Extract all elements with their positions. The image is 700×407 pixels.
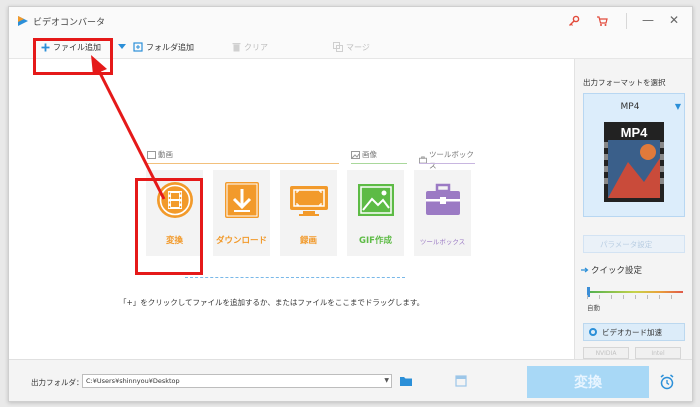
category-video-line [147,163,339,164]
tile-gif[interactable]: GIF作成 [347,170,404,256]
gpu-acceleration-button[interactable]: ビデオカード加速 [583,323,685,341]
folder-icon [133,42,143,52]
highlight-add-file [33,38,113,75]
category-toolbox-line [419,163,475,164]
category-video: 動画 [147,149,173,160]
tile-record-label: 録画 [299,236,317,246]
arrow-right-icon [581,266,589,276]
gif-image-icon [357,184,394,216]
mp4-format-icon: MP4 [604,122,664,202]
category-image-line [351,163,407,164]
close-button[interactable]: ✕ [665,11,683,29]
category-toolbox-label: ツールボックス [428,150,474,170]
quality-slider-track[interactable] [587,291,683,293]
title-divider [626,13,627,29]
svg-text:MP4: MP4 [621,125,649,140]
app-logo [18,16,28,26]
merge-icon [333,42,343,52]
convert-button[interactable]: 変換 [527,366,649,398]
title-bar: ビデオコンバータ — ✕ [9,7,692,35]
app-window: ビデオコンバータ — ✕ ファイル追加 フォルダ追加 クリア マージ 動画 画像… [8,6,693,402]
main-area[interactable]: 動画 画像 ツールボックス 変換 ダウンロード 録画 GIF作成 ツールボックス… [9,38,574,359]
merge-label: マージ [346,42,370,52]
tile-record[interactable]: 録画 [280,170,337,256]
minimize-button[interactable]: — [639,11,657,29]
clear-label: クリア [244,42,268,52]
add-file-dropdown-icon[interactable] [118,40,126,54]
key-icon[interactable] [566,13,582,29]
quick-settings-label: クイック設定 [591,266,643,276]
download-icon [224,182,259,218]
drop-zone-border [185,277,405,278]
add-folder-button[interactable]: フォルダ追加 [133,40,194,54]
quality-slider-ticks [587,295,683,299]
tile-gif-label: GIF作成 [359,236,392,246]
add-folder-label: フォルダ追加 [146,42,194,52]
chevron-down-icon: ▼ [384,377,389,384]
chevron-down-icon: ▼ [674,102,681,111]
open-folder-icon[interactable] [399,375,413,390]
alarm-clock-icon[interactable] [659,374,675,393]
video-category-icon [147,150,156,159]
category-video-label: 動画 [158,150,173,159]
output-path-value: C:¥Users¥shinnyou¥Desktop [86,377,180,385]
quality-level-label: 自動 [587,304,600,312]
tile-toolbox[interactable]: ツールボックス [414,170,471,256]
format-selector[interactable]: MP4 ▼ MP4 [583,93,685,217]
image-category-icon [351,150,360,159]
output-path-select[interactable]: C:¥Users¥shinnyou¥Desktop ▼ [82,374,392,388]
gpu-acceleration-label: ビデオカード加速 [602,327,662,337]
tile-download[interactable]: ダウンロード [213,170,270,256]
output-panel: 出力フォーマットを選択 MP4 ▼ MP4 パラメータ設定 クイック設定 自動 … [574,59,692,359]
clear-button[interactable]: クリア [232,40,268,54]
toolbox-icon [425,183,460,215]
output-format-title: 出力フォーマットを選択 [583,78,666,87]
output-settings-icon[interactable] [455,375,467,390]
tile-toolbox-label: ツールボックス [419,238,466,246]
category-image-label: 画像 [362,150,377,159]
highlight-convert-tile [135,178,203,275]
category-toolbox: ツールボックス [419,149,475,171]
intel-badge: Intel [635,347,681,359]
drop-hint: 「+」をクリックしてファイルを追加するか、またはファイルをここまでドラッグします… [119,298,425,307]
nvidia-badge: NVIDIA [583,347,629,359]
parameter-settings-button[interactable]: パラメータ設定 [583,235,685,253]
tile-download-label: ダウンロード [215,236,267,246]
bottom-bar: 出力フォルダ： C:¥Users¥shinnyou¥Desktop ▼ 変換 [9,359,692,401]
cart-icon[interactable] [594,13,610,29]
screen-record-icon [289,186,328,216]
category-image: 画像 [351,149,377,160]
format-name: MP4 [620,102,640,112]
app-title: ビデオコンバータ [33,18,106,28]
trash-icon [232,42,241,52]
output-folder-label: 出力フォルダ： [31,378,84,387]
gpu-icon [589,328,597,336]
merge-button[interactable]: マージ [333,40,370,54]
